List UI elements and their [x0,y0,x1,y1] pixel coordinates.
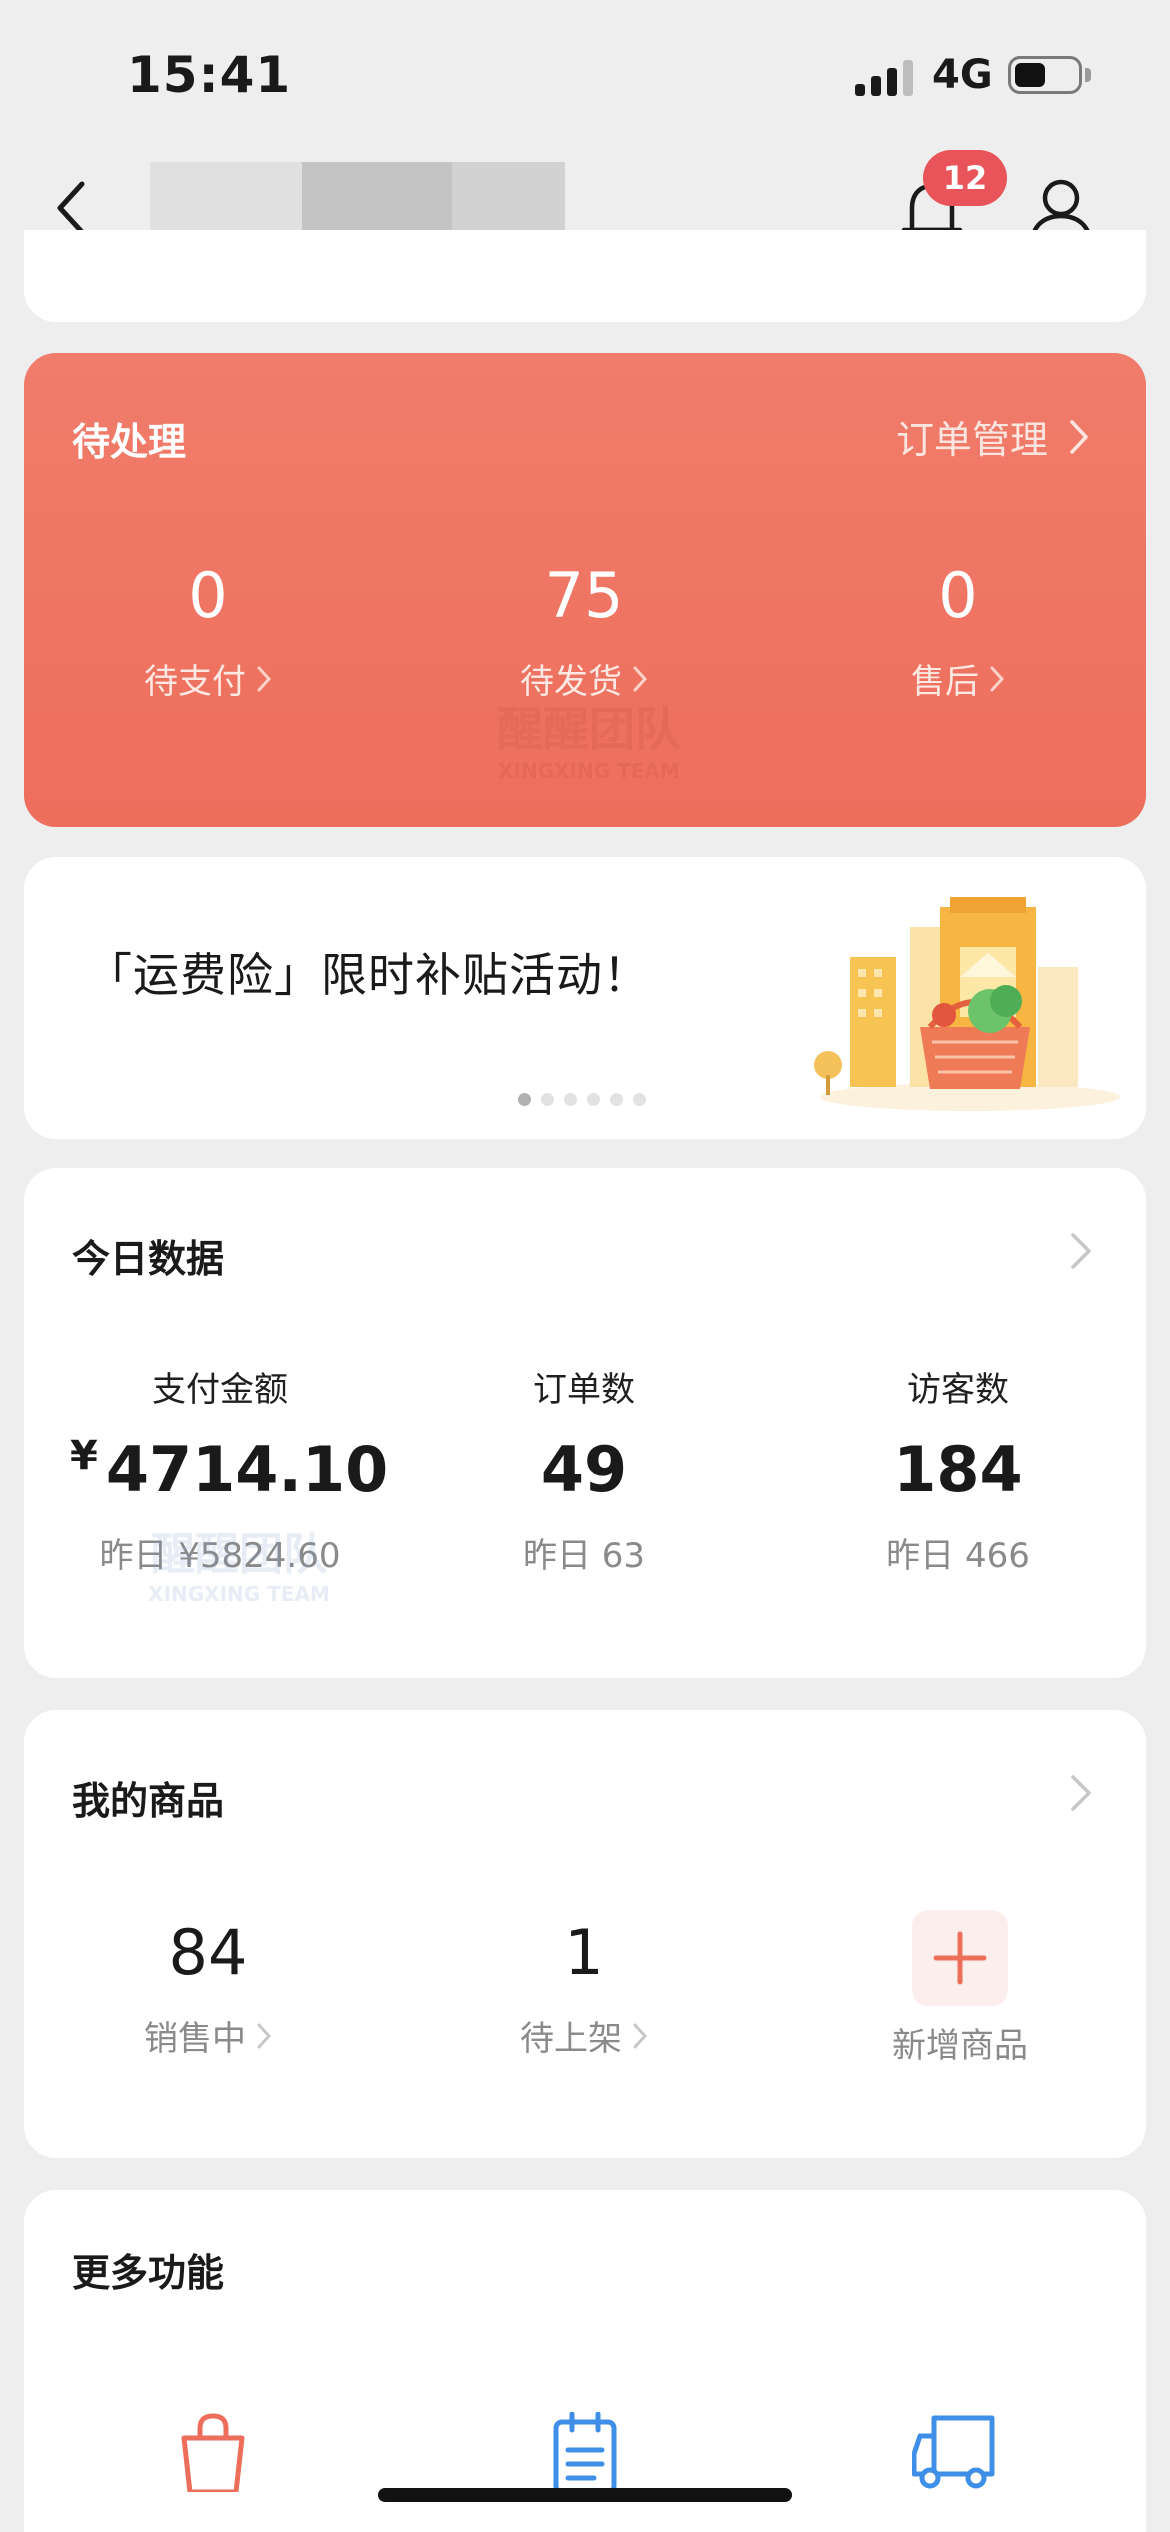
chevron-right-icon [990,666,1005,691]
chevron-right-icon [257,2023,272,2048]
payment-amount-value: 4714.10 [105,1433,389,1506]
previous-card-edge [24,230,1146,322]
chevron-right-icon [1070,419,1088,454]
my-goods-title: 我的商品 [72,1779,225,1823]
order-count-value: 49 [540,1433,628,1506]
visitor-count: 访客数 184 昨日 466 [808,1362,1108,1577]
pending-title: 待处理 [72,420,187,464]
notification-badge: 12 [923,150,1007,206]
carousel-dots [518,1093,646,1106]
pending-listing[interactable]: 1 待上架 [434,1916,734,2060]
visitor-count-yesterday: 昨日 466 [886,1536,1030,1576]
watermark-text: 醒醒团队 [497,702,681,756]
signal-icon [855,58,915,96]
chevron-right-icon [1071,1233,1091,1269]
order-count-caption: 订单数 [533,1370,635,1410]
visitor-count-caption: 访客数 [907,1370,1009,1410]
watermark: 醒醒团队 XINGXING TEAM [464,693,714,783]
more-functions-card: 更多功能 [24,2190,1146,2532]
chevron-right-icon [1071,1775,1091,1811]
more-functions-title: 更多功能 [72,2251,225,2295]
order-management-link[interactable]: 订单管理 [896,409,1090,464]
battery-icon [1008,56,1082,94]
currency-symbol: ¥ [70,1433,98,1479]
watermark-subtext: XINGXING TEAM [148,1582,330,1606]
shopping-bag-icon[interactable] [170,2412,256,2492]
network-type: 4G [932,52,993,98]
battery-cap [1085,68,1091,82]
my-goods-card[interactable]: 我的商品 84 销售中 1 待上架 新增商品 [24,1710,1146,2158]
order-count-yesterday: 昨日 63 [522,1536,646,1576]
pending-shipment[interactable]: 75 待发货 [434,559,734,703]
delivery-truck-icon[interactable] [912,2412,998,2492]
chevron-right-icon [633,2023,648,2048]
watermark-text: 醒醒团队 [151,1529,327,1580]
chevron-right-icon [633,666,648,691]
status-time: 15:41 [127,46,292,104]
pending-listing-count: 1 [564,1916,604,1989]
home-indicator[interactable] [378,2488,792,2502]
today-data-card[interactable]: 今日数据 支付金额 ¥4714.10 昨日 ¥5824.60 订单数 49 昨日… [24,1168,1146,1678]
pending-payment-count: 0 [188,559,228,632]
page: 15:41 4G 12 待处理 订单管理 0 待支付 75 待发货 0 售后 醒… [0,0,1170,2532]
pending-payment-label: 待支付 [144,662,246,702]
notepad-icon[interactable] [542,2412,628,2492]
pending-shipment-count: 75 [544,559,624,632]
watermark-subtext: XINGXING TEAM [498,759,680,783]
pending-payment[interactable]: 0 待支付 [58,559,358,703]
add-product-button[interactable] [912,1910,1008,2006]
promo-banner[interactable]: 「运费险」限时补贴活动！ [24,857,1146,1139]
plus-icon [933,1931,987,1985]
chevron-right-icon [257,666,272,691]
back-icon[interactable] [44,178,104,238]
order-management-label: 订单管理 [895,418,1048,462]
add-product-label: 新增商品 [892,2026,1028,2066]
visitor-count-value: 184 [893,1433,1023,1506]
on-sale-label: 销售中 [144,2019,246,2059]
status-bar: 15:41 4G [0,0,1170,150]
pending-card: 待处理 订单管理 0 待支付 75 待发货 0 售后 醒醒团队 XINGXING… [24,353,1146,827]
order-count: 订单数 49 昨日 63 [434,1362,734,1577]
watermark: 醒醒团队 XINGXING TEAM [114,1518,364,1606]
shopping-basket-illustration [814,897,1120,1111]
today-data-title: 今日数据 [72,1237,225,1281]
on-sale-count: 84 [168,1916,248,1989]
after-sales-label: 售后 [911,662,979,702]
banner-text: 「运费险」限时补贴活动！ [86,948,650,1002]
after-sales-count: 0 [938,559,978,632]
after-sales[interactable]: 0 售后 [808,559,1108,703]
pending-listing-label: 待上架 [520,2019,622,2059]
on-sale[interactable]: 84 销售中 [58,1916,358,2060]
payment-amount-caption: 支付金额 [152,1370,288,1410]
